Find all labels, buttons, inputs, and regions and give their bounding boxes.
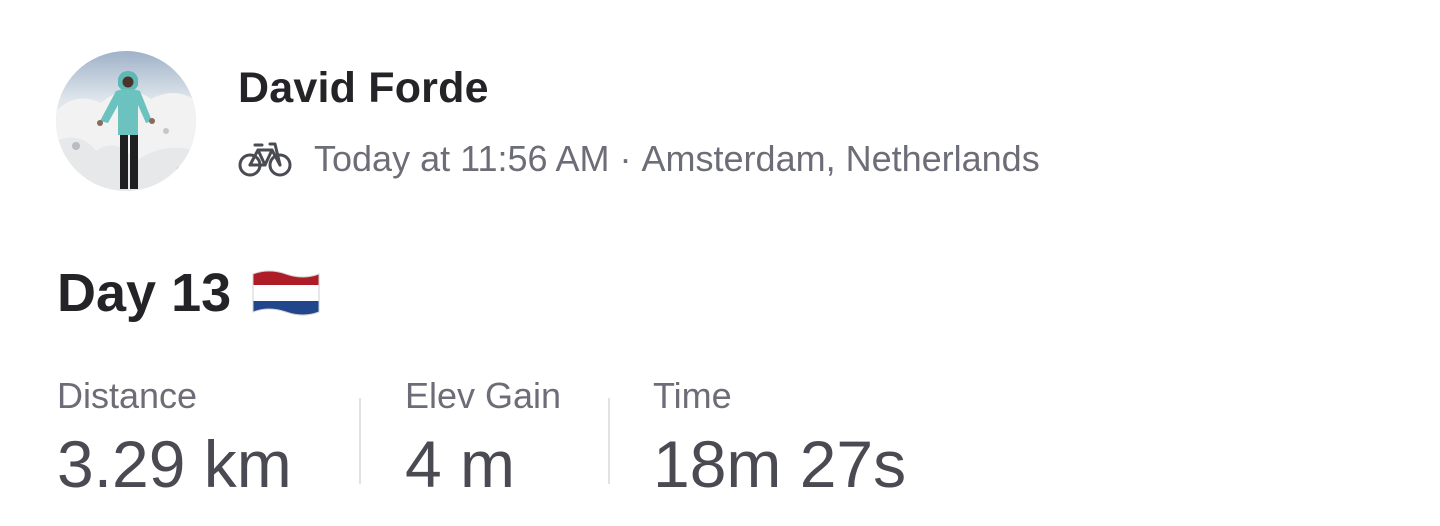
bicycle-icon [238,139,294,179]
stat-time: Time 18m 27s [653,374,906,502]
stat-label: Distance [57,375,198,416]
activity-meta: Today at 11:56 AM · Amsterdam, Netherlan… [238,134,1040,184]
meta-separator: · [619,138,632,179]
netherlands-flag-icon [252,270,320,316]
stat-value: 4 m [405,427,516,501]
stat-distance: Distance 3.29 km [57,374,292,502]
activity-title[interactable]: Day 13 [57,258,321,328]
activity-title-text[interactable]: Day 13 [57,262,231,324]
athlete-avatar[interactable] [56,51,196,191]
avatar-photo [56,51,196,191]
stat-value: 3.29 km [57,427,292,501]
stat-divider [608,398,610,484]
stat-elev-gain: Elev Gain 4 m [405,374,561,502]
stat-value: 18m 27s [653,427,907,501]
activity-location: Amsterdam, Netherlands [641,138,1040,179]
athlete-name[interactable]: David Forde [238,64,489,113]
stat-label: Time [653,375,732,416]
stat-divider [359,398,361,484]
activity-timestamp: Today at 11:56 AM [314,138,610,179]
stat-label: Elev Gain [405,375,562,416]
